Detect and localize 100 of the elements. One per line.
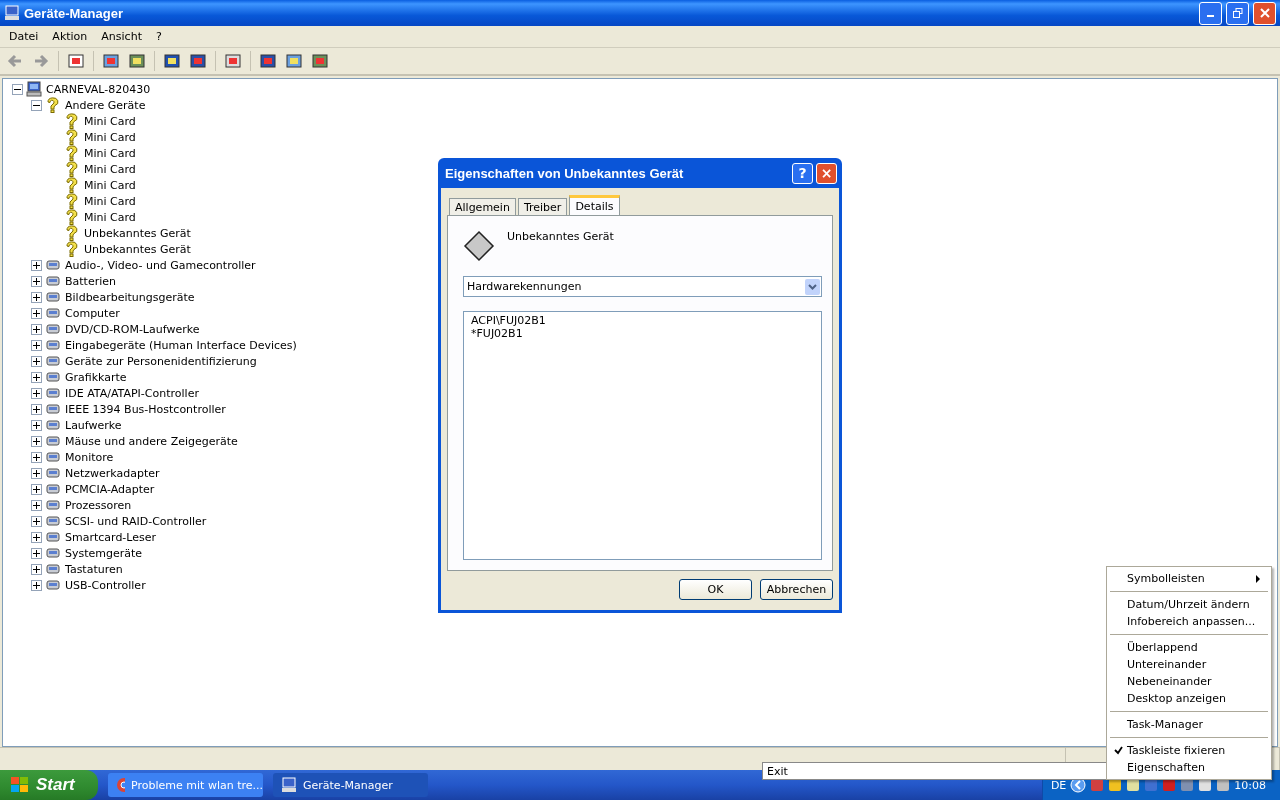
tree-item[interactable]: IEEE 1394 Bus-Hostcontroller <box>64 402 227 416</box>
list-item[interactable]: *FUJ02B1 <box>471 327 814 341</box>
menu-item[interactable]: Überlappend <box>1109 639 1269 656</box>
menu-item[interactable]: Aktion <box>45 30 95 43</box>
tree-item[interactable]: SCSI- und RAID-Controller <box>64 514 208 528</box>
menu-item[interactable]: ? <box>148 30 169 43</box>
expand-toggle[interactable] <box>31 435 42 447</box>
restore-button[interactable] <box>1226 1 1249 25</box>
expand-toggle[interactable] <box>31 387 42 399</box>
expand-toggle[interactable] <box>31 307 42 319</box>
tree-item[interactable]: Batterien <box>64 274 117 288</box>
tree-item[interactable]: Smartcard-Leser <box>64 530 158 544</box>
collapse-toggle[interactable] <box>12 83 23 95</box>
tree-item[interactable]: Grafikkarte <box>64 370 128 384</box>
minimize-button[interactable] <box>1199 1 1222 25</box>
cancel-button[interactable]: Abbrechen <box>760 579 833 600</box>
tab[interactable]: Allgemein <box>449 198 516 215</box>
tree-item[interactable]: Monitore <box>64 450 115 464</box>
question-mark-icon <box>64 241 80 257</box>
tree-item[interactable]: Mäuse und andere Zeigegeräte <box>64 434 239 448</box>
tab[interactable]: Details <box>569 195 620 215</box>
menu-item[interactable]: Taskleiste fixieren <box>1109 742 1269 759</box>
device-icon <box>45 289 61 305</box>
taskbar-button[interactable]: Probleme mit wlan tre... <box>108 773 263 797</box>
collapse-toggle[interactable] <box>31 99 42 111</box>
expand-toggle[interactable] <box>31 275 42 287</box>
menu-item[interactable]: Eigenschaften <box>1109 759 1269 776</box>
expand-toggle[interactable] <box>31 483 42 495</box>
tree-item[interactable]: Mini Card <box>83 114 137 128</box>
tree-item[interactable]: Mini Card <box>83 146 137 160</box>
expand-toggle[interactable] <box>31 291 42 303</box>
tree-item[interactable]: Eingabegeräte (Human Interface Devices) <box>64 338 298 352</box>
tree-item[interactable]: Prozessoren <box>64 498 133 512</box>
menu-item[interactable]: Ansicht <box>94 30 149 43</box>
menu-item[interactable]: Desktop anzeigen <box>1109 690 1269 707</box>
expand-toggle[interactable] <box>31 451 42 463</box>
close-button[interactable]: × <box>816 162 837 184</box>
menu-item[interactable]: Symbolleisten <box>1109 570 1269 587</box>
help-button[interactable]: ? <box>792 162 813 184</box>
tree-item[interactable]: Unbekanntes Gerät <box>83 226 192 240</box>
tree-item[interactable]: Computer <box>64 306 121 320</box>
question-mark-icon <box>64 113 80 129</box>
plus-icon <box>33 485 40 493</box>
close-button[interactable] <box>1253 1 1276 25</box>
tree-item[interactable]: DVD/CD-ROM-Laufwerke <box>64 322 201 336</box>
expand-toggle[interactable] <box>31 339 42 351</box>
expand-toggle[interactable] <box>31 355 42 367</box>
menu-item[interactable]: Nebeneinander <box>1109 673 1269 690</box>
expand-toggle[interactable] <box>31 499 42 511</box>
tree-item[interactable]: USB-Controller <box>64 578 147 592</box>
tree-item[interactable]: Audio-, Video- und Gamecontroller <box>64 258 257 272</box>
plus-icon <box>33 261 40 269</box>
tree-item[interactable]: Netzwerkadapter <box>64 466 161 480</box>
tree-item[interactable]: Andere Geräte <box>64 98 147 112</box>
expand-toggle[interactable] <box>31 467 42 479</box>
expand-toggle[interactable] <box>31 403 42 415</box>
tree-item[interactable]: PCMCIA-Adapter <box>64 482 156 496</box>
expand-toggle[interactable] <box>31 371 42 383</box>
menu-item[interactable]: Datum/Uhrzeit ändern <box>1109 596 1269 613</box>
tree-item[interactable]: Mini Card <box>83 130 137 144</box>
expand-toggle[interactable] <box>31 323 42 335</box>
menu-item[interactable]: Datei <box>2 30 46 43</box>
tree-item[interactable]: Mini Card <box>83 194 137 208</box>
tree-item[interactable]: Laufwerke <box>64 418 123 432</box>
plus-icon <box>33 501 40 509</box>
language-indicator[interactable]: DE <box>1050 778 1067 792</box>
menu-item[interactable]: Untereinander <box>1109 656 1269 673</box>
tree-item[interactable]: Mini Card <box>83 178 137 192</box>
property-dropdown[interactable]: Hardwarekennungen <box>463 276 822 298</box>
expand-toggle[interactable] <box>31 579 42 591</box>
menu-item[interactable]: Task-Manager <box>1109 716 1269 733</box>
tree-item[interactable]: IDE ATA/ATAPI-Controller <box>64 386 200 400</box>
tree-item[interactable]: Mini Card <box>83 162 137 176</box>
taskbar-button[interactable]: Geräte-Manager <box>273 773 428 797</box>
expand-toggle[interactable] <box>31 531 42 543</box>
expand-toggle[interactable] <box>31 259 42 271</box>
tree-item[interactable]: Unbekanntes Gerät <box>83 242 192 256</box>
exit-label[interactable]: Exit <box>767 764 788 778</box>
value-list[interactable]: ACPI\FUJ02B1 *FUJ02B1 <box>463 311 822 560</box>
tree-item[interactable]: Mini Card <box>83 210 137 224</box>
list-item[interactable]: ACPI\FUJ02B1 <box>471 314 814 328</box>
ok-button[interactable]: OK <box>679 579 752 600</box>
tree-item[interactable]: Geräte zur Personenidentifizierung <box>64 354 258 368</box>
plus-icon <box>33 277 40 285</box>
start-button[interactable]: Start <box>0 770 98 800</box>
tree-item[interactable]: Bildbearbeitungsgeräte <box>64 290 196 304</box>
device-icon <box>45 561 61 577</box>
plus-icon <box>33 437 40 445</box>
tree-item[interactable]: Systemgeräte <box>64 546 144 560</box>
computer-icon <box>281 777 297 793</box>
menu-item[interactable]: Infobereich anpassen... <box>1109 613 1269 630</box>
tab[interactable]: Treiber <box>517 198 568 215</box>
tree-item[interactable]: CARNEVAL-820430 <box>45 82 152 96</box>
expand-toggle[interactable] <box>31 515 42 527</box>
expand-toggle[interactable] <box>31 419 42 431</box>
tree-item[interactable]: Tastaturen <box>64 562 124 576</box>
expand-toggle[interactable] <box>31 563 42 575</box>
question-mark-icon <box>64 193 80 209</box>
device-icon <box>45 417 61 433</box>
expand-toggle[interactable] <box>31 547 42 559</box>
